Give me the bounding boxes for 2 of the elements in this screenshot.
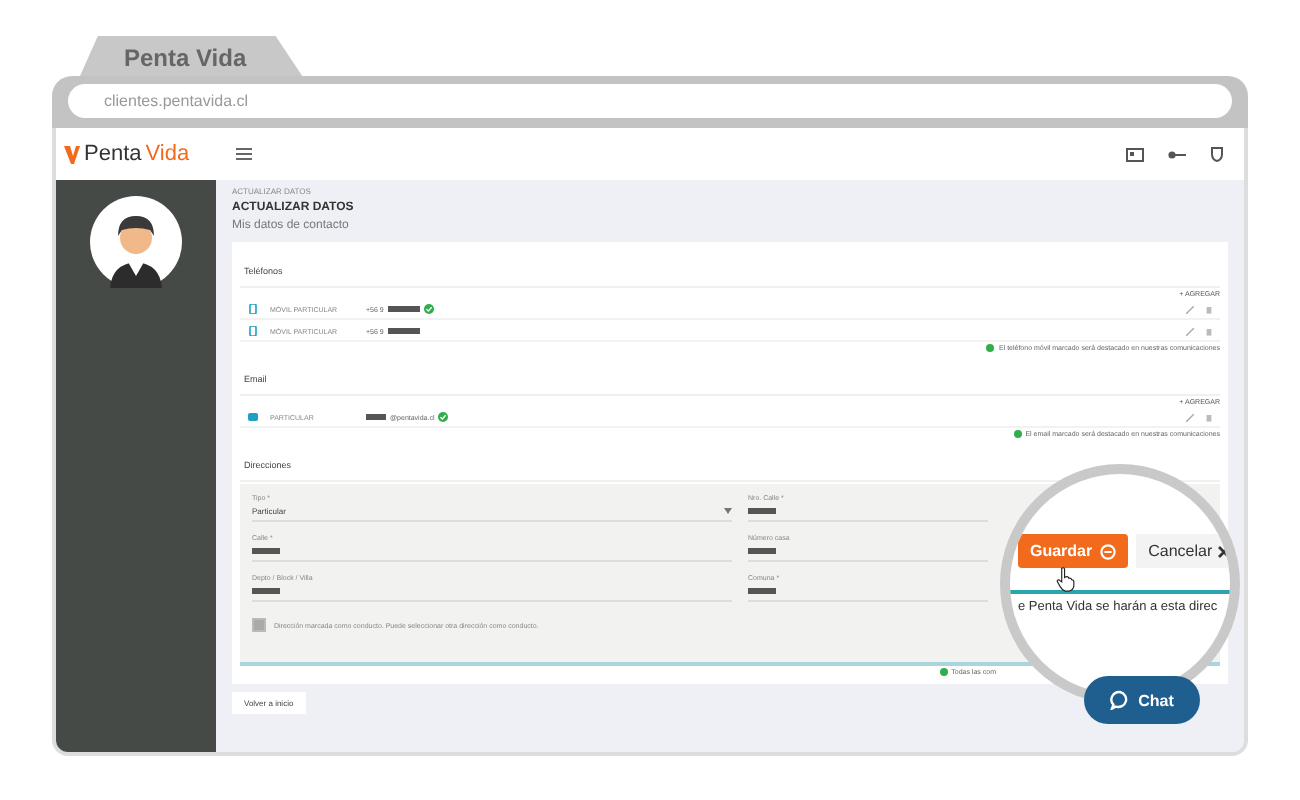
logo-text: Vida (145, 142, 190, 166)
logo-text: Penta (84, 142, 142, 166)
